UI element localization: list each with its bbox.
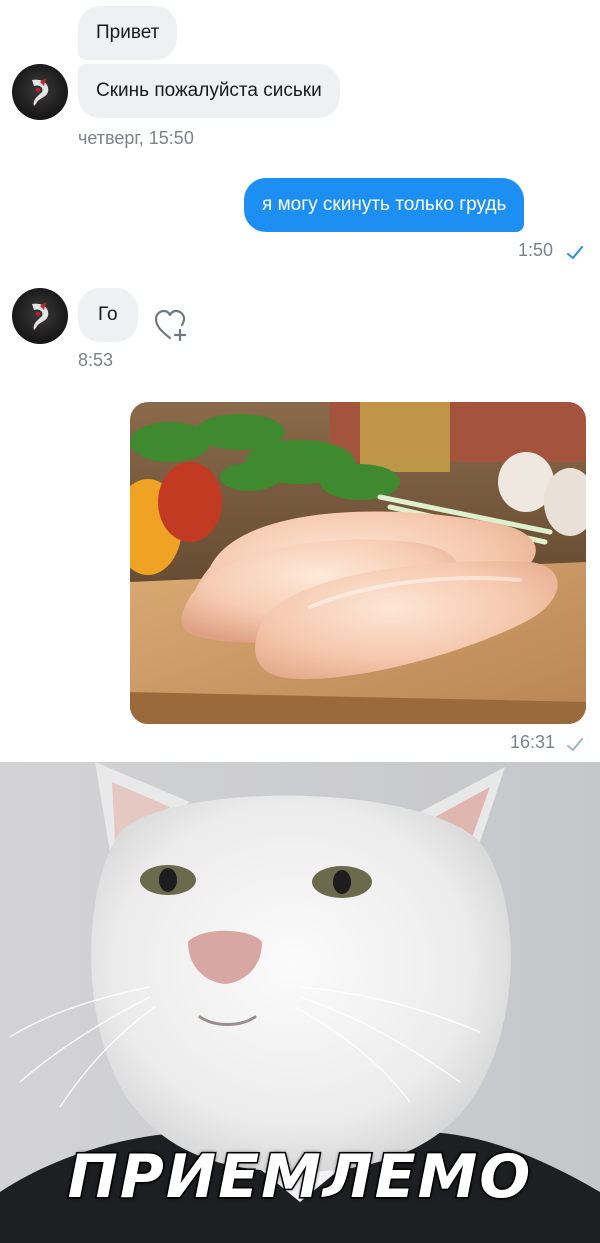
meme-caption: ПРИЕМЛЕМО xyxy=(66,1141,533,1214)
checkmark-icon xyxy=(567,738,583,751)
message-timestamp: 8:53 xyxy=(78,350,114,370)
incoming-message-bubble[interactable]: Го xyxy=(78,288,138,342)
message-timestamp: 16:31 xyxy=(510,732,556,752)
chat-thread: Привет Скинь пожалуйста сиськи четверг, … xyxy=(0,0,600,762)
contact-avatar[interactable] xyxy=(12,288,68,344)
message-timestamp: 1:50 xyxy=(518,240,554,260)
message-text: Го xyxy=(98,304,118,325)
incoming-message-bubble[interactable]: Привет xyxy=(78,6,178,60)
photo-message[interactable] xyxy=(130,402,586,724)
message-text: Привет xyxy=(96,22,160,43)
contact-avatar[interactable] xyxy=(12,64,68,120)
message-text: Скинь пожалуйста сиськи xyxy=(96,80,322,101)
avatar-logo-icon xyxy=(32,302,49,330)
message-timestamp: четверг, 15:50 xyxy=(78,128,194,148)
heart-plus-icon[interactable] xyxy=(153,308,189,342)
message-text: я могу скинуть только грудь xyxy=(262,194,507,215)
avatar-logo-icon xyxy=(32,78,49,106)
checkmark-icon xyxy=(567,246,583,259)
outgoing-message-bubble[interactable]: я могу скинуть только грудь xyxy=(244,178,525,232)
chicken-breast-photo xyxy=(130,402,586,724)
incoming-message-bubble[interactable]: Скинь пожалуйста сиськи xyxy=(78,64,340,118)
